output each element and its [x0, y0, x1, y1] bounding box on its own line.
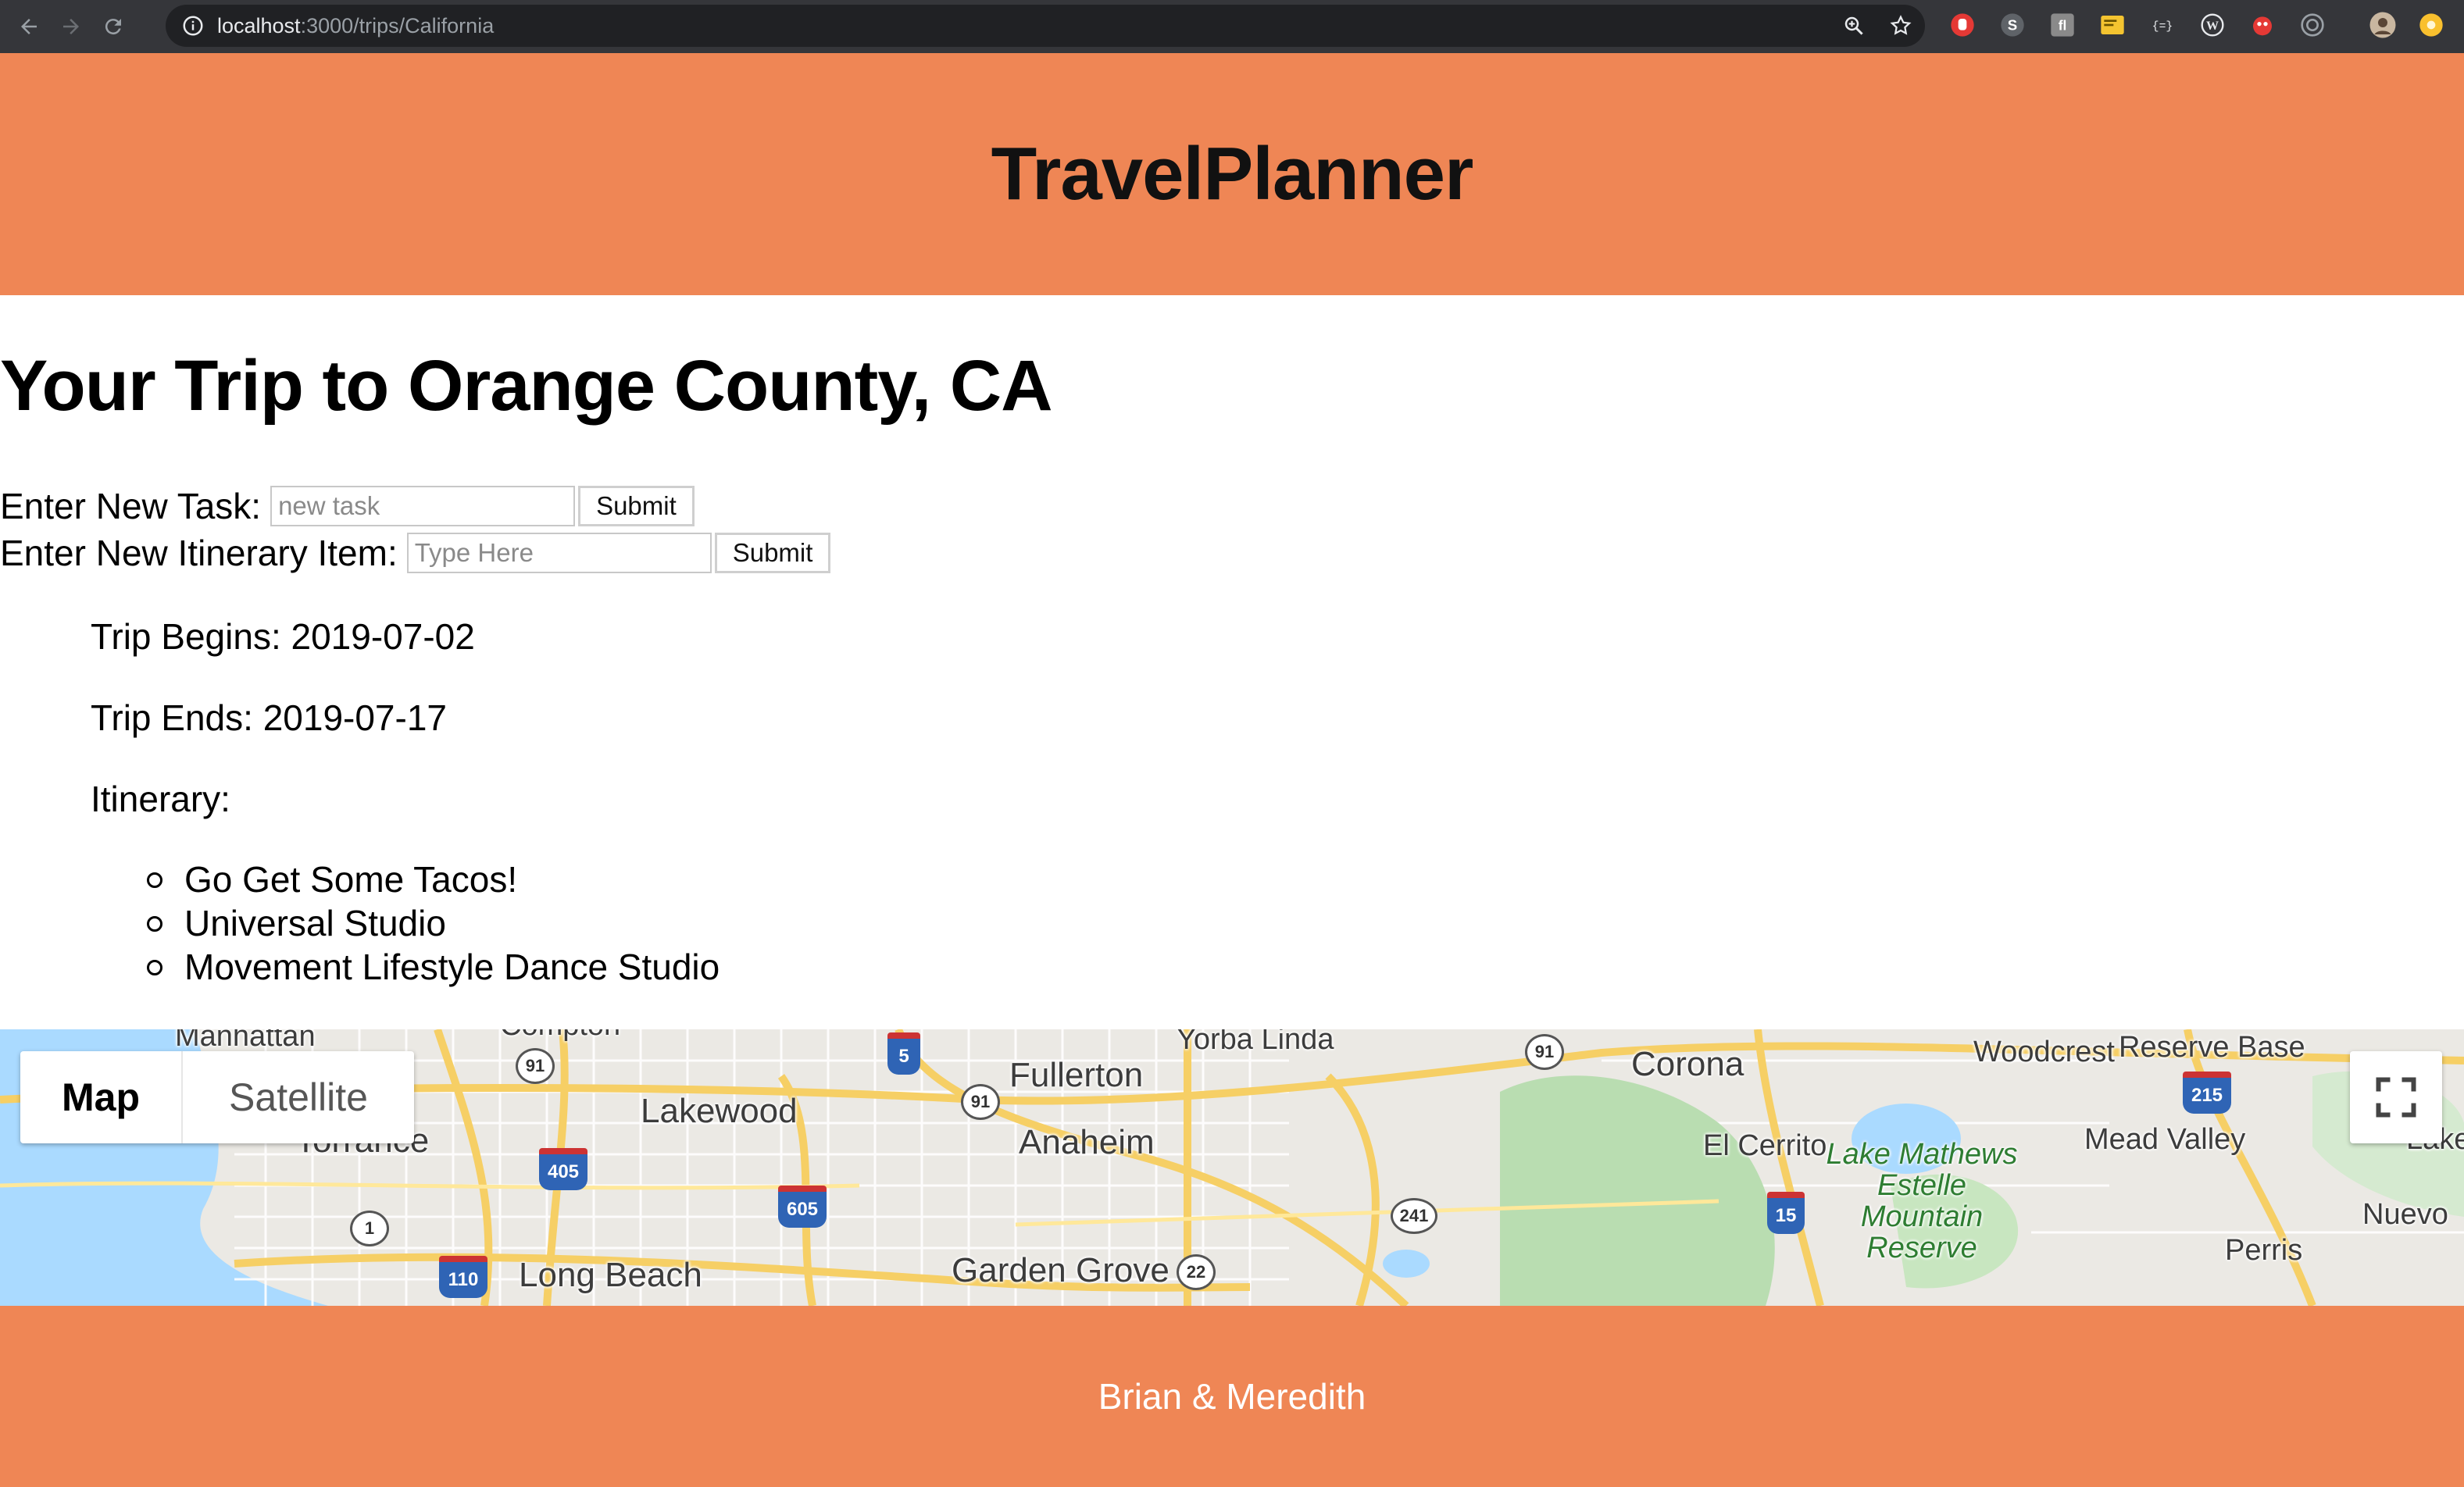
map-label-el-cerrito: El Cerrito — [1703, 1129, 1827, 1162]
new-itinerary-input[interactable] — [406, 533, 712, 573]
route-1-shield: 1 — [350, 1211, 389, 1246]
route-215-shield: 215 — [2183, 1072, 2231, 1114]
svg-text:W: W — [2206, 20, 2219, 33]
map-label-corona: Corona — [1631, 1045, 1744, 1083]
map-label-perris: Perris — [2225, 1234, 2303, 1267]
svg-text:fl: fl — [2059, 18, 2067, 34]
route-110-shield: 110 — [439, 1256, 487, 1298]
map-label-garden-grove: Garden Grove — [952, 1251, 1170, 1289]
map-label-fullerton: Fullerton — [1009, 1056, 1144, 1094]
arrow-right-icon — [63, 19, 79, 34]
map-type-map-button[interactable]: Map — [20, 1051, 181, 1143]
yellow-note-extension-icon[interactable] — [2098, 11, 2127, 39]
trip-begins: Trip Begins: 2019-07-02 — [91, 616, 475, 657]
map-label-nuevo: Nuevo — [2362, 1198, 2448, 1231]
map-label-anaheim: Anaheim — [1019, 1123, 1155, 1161]
w-extension-icon[interactable]: W — [2198, 11, 2227, 39]
browser-toolbar: localhost:3000/trips/California S fl {=}… — [0, 0, 2464, 53]
map-label-yorba-linda: Yorba Linda — [1177, 1029, 1334, 1056]
new-itinerary-label: Enter New Itinerary Item: — [0, 533, 398, 573]
fullscreen-icon — [2376, 1077, 2416, 1118]
map-label-manhattan: Manhattan — [175, 1029, 316, 1053]
svg-text:S: S — [2008, 17, 2017, 34]
route-15-shield: 15 — [1767, 1192, 1805, 1234]
map-label-long-beach: Long Beach — [519, 1256, 702, 1294]
footer-credit: Brian & Meredith — [1098, 1376, 1366, 1417]
target-extension-icon[interactable] — [2298, 11, 2327, 39]
new-task-submit-button[interactable]: Submit — [578, 486, 695, 526]
yellow-circle-extension-icon[interactable] — [2417, 11, 2445, 39]
brand-title: TravelPlanner — [991, 132, 1474, 216]
route-5-shield: 5 — [887, 1032, 920, 1075]
reload-icon — [105, 19, 121, 35]
map-label-reserve-base: Reserve Base — [2119, 1031, 2305, 1064]
reload-button[interactable] — [92, 5, 134, 48]
info-icon[interactable] — [181, 14, 205, 37]
list-item: Universal Studio — [91, 901, 720, 945]
map-label-lakewood: Lakewood — [641, 1092, 798, 1130]
new-task-input[interactable] — [270, 486, 576, 526]
itinerary-list: Go Get Some Tacos! Universal Studio Move… — [91, 858, 720, 989]
back-button[interactable] — [8, 5, 50, 48]
new-itinerary-submit-button[interactable]: Submit — [714, 533, 831, 573]
trip-ends: Trip Ends: 2019-07-17 — [91, 697, 448, 738]
site-footer: Brian & Meredith — [0, 1306, 2464, 1487]
fl-extension-icon[interactable]: fl — [2048, 11, 2077, 39]
map-type-control: Map Satellite — [20, 1051, 414, 1143]
list-item: Movement Lifestyle Dance Studio — [91, 945, 720, 989]
bookmark-star-icon[interactable] — [1889, 14, 1912, 37]
url-text[interactable]: localhost:3000/trips/California — [217, 14, 494, 38]
arrow-left-icon — [21, 19, 37, 34]
json-extension-icon[interactable]: {=} — [2148, 11, 2177, 39]
route-91-shield: 91 — [516, 1048, 555, 1084]
route-22-shield: 22 — [1177, 1254, 1216, 1290]
google-map[interactable]: Manhattan Compton Torrance Lakewood Long… — [0, 1029, 2464, 1306]
page-title: Your Trip to Orange County, CA — [0, 346, 1053, 426]
itinerary-heading: Itinerary: — [91, 779, 230, 819]
svg-text:{=}: {=} — [2152, 20, 2173, 33]
new-task-form: Enter New Task: Submit — [0, 483, 695, 530]
map-label-woodcrest: Woodcrest — [1973, 1036, 2115, 1068]
route-91-shield: 91 — [961, 1084, 1000, 1120]
new-itinerary-form: Enter New Itinerary Item: Submit — [0, 530, 831, 576]
s-extension-icon[interactable]: S — [1998, 11, 2027, 39]
route-91-shield: 91 — [1525, 1034, 1564, 1070]
url-host: localhost — [217, 13, 301, 37]
list-item: Go Get Some Tacos! — [91, 858, 720, 901]
site-header: TravelPlanner — [0, 53, 2464, 295]
address-bar[interactable]: localhost:3000/trips/California — [166, 5, 1925, 47]
map-label-mead-valley: Mead Valley — [2084, 1123, 2246, 1156]
route-241-shield: 241 — [1391, 1198, 1437, 1234]
new-task-label: Enter New Task: — [0, 486, 262, 526]
red-bug-extension-icon[interactable] — [2248, 11, 2277, 39]
forward-button[interactable] — [50, 5, 92, 48]
red-stop-extension-icon[interactable] — [1948, 11, 1977, 39]
map-label-compton: Compton — [500, 1029, 620, 1043]
zoom-icon[interactable] — [1842, 14, 1866, 37]
route-605-shield: 605 — [778, 1186, 827, 1228]
profile-avatar-icon[interactable] — [2369, 11, 2397, 39]
map-type-satellite-button[interactable]: Satellite — [181, 1051, 414, 1143]
route-405-shield: 405 — [539, 1148, 587, 1190]
map-label-lake-mathews: Lake Mathews Estelle Mountain Reserve — [1826, 1138, 2018, 1264]
url-path: :3000/trips/California — [300, 13, 495, 37]
fullscreen-button[interactable] — [2350, 1051, 2442, 1143]
